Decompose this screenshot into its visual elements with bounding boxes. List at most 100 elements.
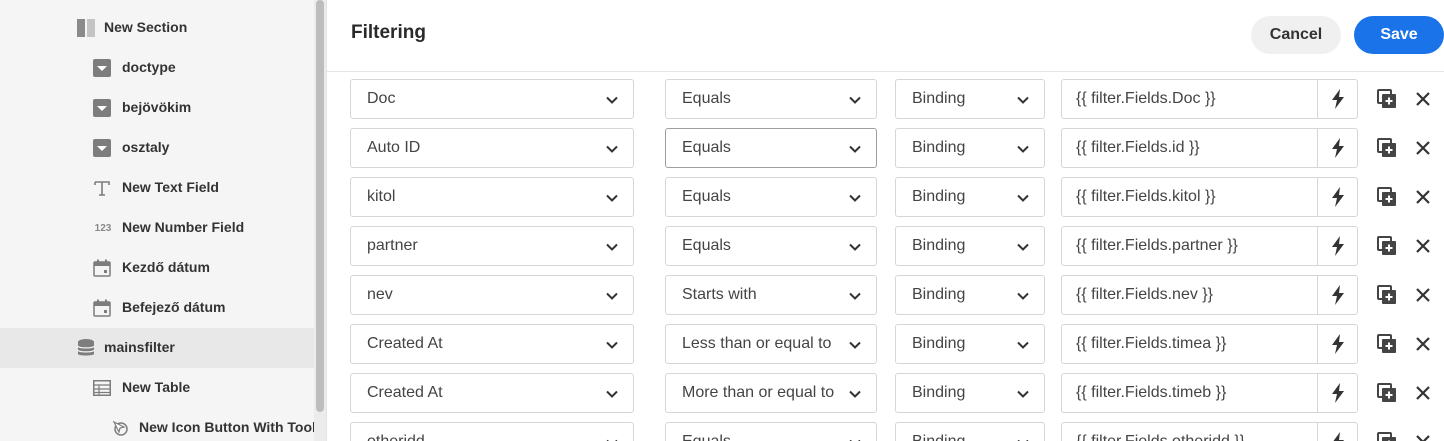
sidebar-item-new-text-field[interactable]: New Text Field — [0, 168, 314, 208]
save-button[interactable]: Save — [1354, 16, 1444, 54]
close-icon[interactable] — [1413, 138, 1433, 158]
number-field-icon: 123 — [94, 222, 112, 234]
sidebar-item-befejez-d-tum[interactable]: Befejező dátum — [0, 288, 314, 328]
field-select-value: otheridd — [367, 433, 603, 441]
operator-select[interactable]: More than or equal to — [665, 373, 877, 413]
value-type-select-value: Binding — [912, 237, 966, 254]
sidebar-item-label: bejövökim — [122, 99, 192, 115]
sidebar-item-label: New Number Field — [122, 219, 245, 235]
operator-select-value: Equals — [682, 237, 731, 254]
duplicate-icon[interactable] — [1376, 382, 1398, 404]
value-type-select[interactable]: Binding — [895, 226, 1045, 266]
sidebar-item-new-table[interactable]: New Table — [0, 368, 314, 408]
chevron-down-icon — [1016, 436, 1030, 441]
icon-button-icon — [110, 418, 130, 438]
sidebar-item-mainsfilter[interactable]: mainsfilter — [0, 328, 314, 368]
field-select[interactable]: otheridd — [350, 422, 634, 441]
duplicate-icon[interactable] — [1376, 186, 1398, 208]
duplicate-icon[interactable] — [1376, 88, 1398, 110]
sidebar-item-new-icon-button-with-toolt[interactable]: New Icon Button With Toolt — [0, 408, 314, 441]
operator-select[interactable]: Less than or equal to — [665, 324, 877, 364]
close-icon[interactable] — [1413, 383, 1433, 403]
close-icon[interactable] — [1413, 187, 1433, 207]
close-icon[interactable] — [1413, 285, 1433, 305]
value-type-select[interactable]: Binding — [895, 79, 1045, 119]
chevron-down-icon — [848, 191, 862, 205]
duplicate-icon[interactable] — [1376, 333, 1398, 355]
bolt-icon[interactable] — [1317, 325, 1357, 363]
operator-select[interactable]: Equals — [665, 128, 877, 168]
operator-select[interactable]: Equals — [665, 422, 877, 441]
sidebar-item-bej-v-kim[interactable]: bejövökim — [0, 88, 314, 128]
sidebar-item-kezd-d-tum[interactable]: Kezdő dátum — [0, 248, 314, 288]
field-select[interactable]: nev — [350, 275, 634, 315]
sidebar-item-new-number-field[interactable]: 123 New Number Field — [0, 208, 314, 248]
duplicate-icon[interactable] — [1376, 431, 1398, 441]
bolt-icon[interactable] — [1317, 423, 1357, 441]
field-select[interactable]: partner — [350, 226, 634, 266]
chevron-down-icon — [848, 338, 862, 352]
close-icon[interactable] — [1413, 89, 1433, 109]
filter-row: Created At More than or equal to Binding {{… — [327, 373, 1444, 413]
operator-select[interactable]: Equals — [665, 79, 877, 119]
bolt-icon[interactable] — [1317, 80, 1357, 118]
chevron-down-icon — [848, 240, 862, 254]
field-select[interactable]: Created At — [350, 373, 634, 413]
binding-input[interactable]: {{ filter.Fields.kitol }} — [1061, 177, 1358, 217]
field-select[interactable]: Doc — [350, 79, 634, 119]
binding-input[interactable]: {{ filter.Fields.id }} — [1061, 128, 1358, 168]
cancel-button[interactable]: Cancel — [1251, 16, 1341, 54]
binding-input[interactable]: {{ filter.Fields.Doc }} — [1061, 79, 1358, 119]
filter-row: Created At Less than or equal to Binding {{… — [327, 324, 1444, 364]
sidebar-scrollbar[interactable] — [314, 0, 326, 441]
value-type-select[interactable]: Binding — [895, 422, 1045, 441]
value-type-select[interactable]: Binding — [895, 275, 1045, 315]
binding-input[interactable]: {{ filter.Fields.nev }} — [1061, 275, 1358, 315]
binding-input[interactable]: {{ filter.Fields.otheridd }} — [1061, 422, 1358, 441]
bolt-icon[interactable] — [1317, 276, 1357, 314]
sidebar-item-osztaly[interactable]: osztaly — [0, 128, 314, 168]
sidebar-item-label: New Icon Button With Toolt — [139, 419, 314, 435]
duplicate-icon[interactable] — [1376, 137, 1398, 159]
binding-input[interactable]: {{ filter.Fields.timeb }} — [1061, 373, 1358, 413]
field-select[interactable]: Created At — [350, 324, 634, 364]
database-icon — [76, 338, 96, 358]
bolt-icon[interactable] — [1317, 227, 1357, 265]
filter-row: otheridd Equals Binding {{ filter.Fields.ot… — [327, 422, 1444, 441]
bolt-icon[interactable] — [1317, 178, 1357, 216]
bolt-icon[interactable] — [1317, 374, 1357, 412]
value-type-select-value: Binding — [912, 139, 966, 156]
operator-select[interactable]: Equals — [665, 177, 877, 217]
calendar-icon — [92, 258, 112, 278]
bolt-icon[interactable] — [1317, 129, 1357, 167]
duplicate-icon[interactable] — [1376, 284, 1398, 306]
calendar-icon — [92, 298, 112, 318]
operator-select[interactable]: Equals — [665, 226, 877, 266]
binding-value: {{ filter.Fields.timea }} — [1076, 335, 1227, 352]
duplicate-icon[interactable] — [1376, 235, 1398, 257]
binding-input[interactable]: {{ filter.Fields.timea }} — [1061, 324, 1358, 364]
close-icon[interactable] — [1413, 432, 1433, 441]
binding-input[interactable]: {{ filter.Fields.partner }} — [1061, 226, 1358, 266]
value-type-select-value: Binding — [912, 188, 966, 205]
value-type-select[interactable]: Binding — [895, 324, 1045, 364]
sidebar-item-doctype[interactable]: doctype — [0, 48, 314, 88]
panel-header: Filtering Cancel Save — [327, 0, 1444, 72]
close-icon[interactable] — [1413, 236, 1433, 256]
operator-select-value: Equals — [682, 139, 731, 156]
value-type-select[interactable]: Binding — [895, 177, 1045, 217]
value-type-select[interactable]: Binding — [895, 128, 1045, 168]
close-icon[interactable] — [1413, 334, 1433, 354]
value-type-select-value: Binding — [912, 384, 966, 401]
value-type-select-value: Binding — [912, 433, 1014, 441]
sidebar-item-new-section[interactable]: New Section — [0, 8, 314, 48]
sidebar-scrollbar-thumb[interactable] — [316, 0, 324, 412]
operator-select[interactable]: Starts with — [665, 275, 877, 315]
chevron-down-icon — [605, 338, 619, 352]
field-select[interactable]: Auto ID — [350, 128, 634, 168]
binding-value: {{ filter.Fields.nev }} — [1076, 286, 1213, 303]
sidebar-item-label: New Text Field — [122, 179, 219, 195]
field-select[interactable]: kitol — [350, 177, 634, 217]
sidebar-item-label: doctype — [122, 59, 176, 75]
value-type-select[interactable]: Binding — [895, 373, 1045, 413]
